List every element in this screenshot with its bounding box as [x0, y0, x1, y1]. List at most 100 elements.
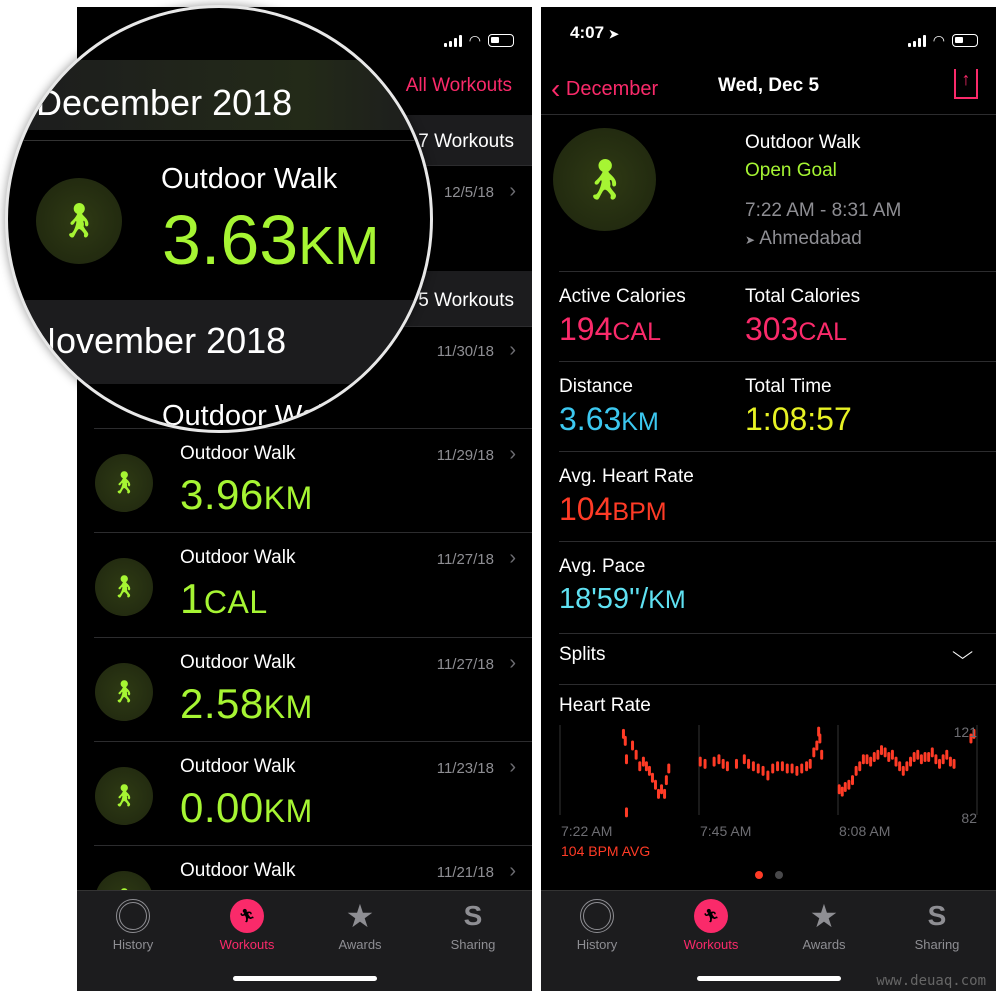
- heart-rate-point: [837, 784, 841, 795]
- heart-rate-point: [883, 747, 887, 758]
- divider: [541, 114, 996, 115]
- workout-title: Outdoor Walk: [180, 547, 296, 568]
- total-calories-value: 303CAL: [745, 311, 848, 347]
- heart-rate-point: [919, 754, 923, 765]
- avg-heart-rate-label: Avg. Heart Rate: [559, 466, 694, 487]
- heart-rate-point: [641, 756, 645, 767]
- heart-rate-point: [667, 763, 671, 774]
- chevron-down-icon[interactable]: ⌵: [952, 642, 973, 665]
- tab-workouts[interactable]: 🏃︎ Workouts: [661, 899, 761, 952]
- history-rings-icon: [116, 899, 150, 933]
- total-time-value: 1:08:57: [745, 401, 852, 437]
- workout-count: 5 Workouts: [418, 290, 514, 311]
- divider: [559, 451, 996, 452]
- heart-rate-point: [663, 788, 667, 799]
- heart-rate-point: [927, 752, 931, 762]
- heart-rate-point: [938, 758, 942, 769]
- sharing-icon: S: [927, 900, 947, 931]
- workout-row[interactable]: 🚶︎ Outdoor Walk 11/29/18 › 3.96KM: [94, 428, 532, 533]
- heart-rate-point: [805, 761, 809, 772]
- running-figure-icon: 🏃︎: [230, 899, 264, 933]
- heart-rate-point: [634, 749, 638, 760]
- magnified-workout-title: Outdoor Walk: [162, 400, 339, 432]
- chevron-right-icon: ›: [509, 443, 516, 465]
- chevron-right-icon: ›: [509, 547, 516, 569]
- heart-rate-point: [624, 807, 628, 818]
- divider: [559, 361, 996, 362]
- sharing-icon: S: [463, 900, 483, 931]
- location-arrow-icon: ➤: [745, 233, 756, 247]
- heart-rate-point: [941, 754, 945, 765]
- tab-history[interactable]: History: [83, 899, 183, 952]
- heart-rate-point: [818, 733, 822, 744]
- avg-pace-value: 18'59''/KM: [559, 583, 686, 615]
- magnifier-callout: December 2018 🚶︎ Outdoor Walk 3.63KM Nov…: [5, 5, 433, 433]
- avg-heart-rate-value: 104BPM: [559, 491, 667, 527]
- magnified-workout-value: 3.63KM: [162, 201, 380, 279]
- workout-detail-screen: 4:07 ➤ ◠ ‹ December Wed, Dec 5 ↑ 🚶︎ Outd…: [541, 7, 996, 991]
- heart-rate-point: [623, 735, 627, 746]
- heart-rate-point: [812, 747, 816, 758]
- divider: [559, 684, 996, 685]
- nav-title: Wed, Dec 5: [717, 75, 820, 96]
- tab-awards[interactable]: ★ Awards: [774, 898, 874, 952]
- workout-date: 12/5/18: [443, 184, 494, 201]
- heart-rate-point: [847, 779, 851, 790]
- divider: [559, 541, 996, 542]
- workout-title: Outdoor Walk: [180, 860, 296, 881]
- chevron-right-icon: ›: [509, 339, 516, 361]
- heart-rate-point: [909, 756, 913, 767]
- heart-rate-point: [624, 754, 628, 765]
- tab-awards[interactable]: ★ Awards: [310, 898, 410, 952]
- workout-row[interactable]: 🚶︎ Outdoor Walk 11/27/18 › 1CAL: [94, 532, 532, 637]
- heart-rate-point: [761, 765, 765, 776]
- workout-row[interactable]: 🚶︎ Outdoor Walk 11/23/18 › 0.00KM: [94, 741, 532, 846]
- heart-rate-title: Heart Rate: [559, 695, 651, 716]
- magnified-month-title: November 2018: [30, 320, 287, 361]
- workout-date: 11/27/18: [436, 551, 494, 568]
- workout-title: Outdoor Walk: [180, 652, 296, 673]
- heart-rate-point: [785, 763, 789, 774]
- heart-rate-point: [901, 765, 905, 776]
- heart-rate-point: [840, 786, 844, 797]
- avg-bpm-label: 104 BPM AVG: [561, 843, 650, 859]
- share-icon[interactable]: ↑: [954, 69, 978, 99]
- heart-rate-point: [657, 788, 661, 799]
- divider: [8, 140, 430, 141]
- workout-location: ➤ Ahmedabad: [745, 228, 862, 249]
- heart-rate-point: [912, 752, 916, 762]
- star-award-icon: ★: [809, 898, 839, 934]
- distance-label: Distance: [559, 376, 633, 397]
- workout-value: 1CAL: [180, 575, 268, 622]
- splits-row[interactable]: Splits ⌵: [541, 634, 996, 684]
- workout-value: 3.96KM: [180, 471, 313, 518]
- walking-icon: 🚶︎: [95, 558, 153, 616]
- heart-rate-point: [631, 740, 635, 751]
- x-tick-label: 7:45 AM: [700, 823, 751, 839]
- walking-icon: 🚶︎: [95, 454, 153, 512]
- tab-workouts[interactable]: 🏃︎ Workouts: [197, 899, 297, 952]
- heart-rate-point: [734, 758, 738, 769]
- page-dot-active[interactable]: [755, 871, 763, 879]
- heart-rate-point: [851, 775, 855, 786]
- heart-rate-point: [703, 758, 707, 769]
- page-dot[interactable]: [775, 871, 783, 879]
- heart-rate-point: [644, 761, 648, 772]
- tab-sharing[interactable]: S Sharing: [423, 899, 523, 952]
- tab-sharing[interactable]: S Sharing: [887, 899, 987, 952]
- status-time: 4:07 ➤: [570, 23, 619, 42]
- tab-history[interactable]: History: [547, 899, 647, 952]
- workout-value: 2.58KM: [180, 680, 313, 727]
- heart-rate-point: [854, 765, 858, 776]
- workout-row[interactable]: 🚶︎ Outdoor Walk 11/27/18 › 2.58KM: [94, 637, 532, 742]
- heart-rate-point: [653, 779, 657, 790]
- heart-rate-point: [790, 763, 794, 774]
- heart-rate-point: [717, 754, 721, 765]
- total-calories-label: Total Calories: [745, 286, 861, 307]
- active-calories-value: 194CAL: [559, 311, 662, 347]
- workout-time-range: 7:22 AM - 8:31 AM: [745, 200, 902, 221]
- walking-icon: 🚶︎: [553, 128, 656, 231]
- workout-type: Outdoor Walk: [745, 132, 861, 153]
- heart-rate-point: [858, 761, 862, 772]
- heart-rate-point: [808, 758, 812, 769]
